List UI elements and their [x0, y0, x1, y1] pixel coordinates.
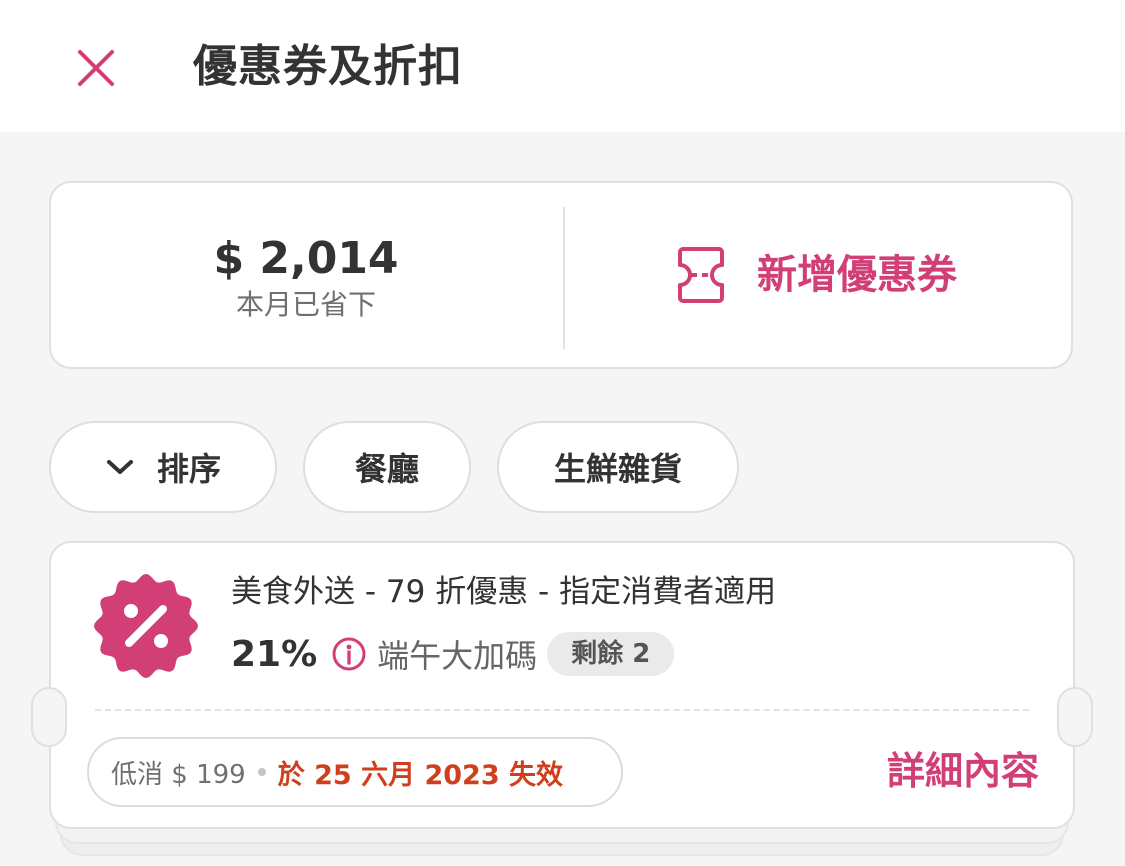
filter-chip-grocery[interactable]: 生鮮雜貨 — [497, 421, 739, 513]
ticket-dashed-divider — [95, 709, 1029, 711]
savings-summary-card: $ 2,014 本月已省下 新增優惠券 — [49, 181, 1073, 369]
savings-block: $ 2,014 本月已省下 — [51, 183, 563, 367]
separator-dot — [257, 768, 266, 776]
ticket-icon — [677, 245, 725, 305]
remaining-badge: 剩餘 2 — [547, 632, 675, 676]
sort-chip-label: 排序 — [156, 450, 221, 488]
page-title: 優惠券及折扣 — [193, 41, 463, 92]
voucher-title: 美食外送 - 79 折優惠 - 指定消費者適用 — [231, 574, 777, 610]
details-link[interactable]: 詳細內容 — [887, 743, 1039, 799]
voucher-card[interactable]: 美食外送 - 79 折優惠 - 指定消費者適用 21% 端午大加碼 剩餘 2 低… — [31, 541, 1093, 829]
close-button[interactable] — [70, 42, 122, 94]
sort-chip[interactable]: 排序 — [49, 421, 277, 513]
voucher-discount-row: 21% 端午大加碼 剩餘 2 — [231, 629, 675, 679]
ticket-notch-left — [31, 687, 67, 747]
expiry-date: 於 25 六月 2023 失效 — [277, 759, 564, 791]
voucher-conditions: 低消 $ 199 於 25 六月 2023 失效 — [87, 737, 623, 807]
chevron-down-icon — [105, 457, 135, 477]
filter-chip-restaurant[interactable]: 餐廳 — [303, 421, 471, 513]
savings-amount: $ 2,014 — [213, 233, 399, 284]
info-icon[interactable] — [331, 636, 367, 672]
summary-divider — [563, 207, 565, 349]
add-voucher-button[interactable]: 新增優惠券 — [677, 243, 957, 307]
close-icon — [78, 50, 114, 86]
add-voucher-label: 新增優惠券 — [757, 252, 957, 298]
savings-label: 本月已省下 — [235, 288, 376, 321]
header-bar: 優惠券及折扣 — [0, 0, 1125, 132]
voucher-campaign: 端午大加碼 — [377, 637, 538, 675]
ticket-notch-right — [1057, 687, 1093, 747]
voucher-discount-value: 21% — [231, 633, 318, 675]
min-spend: 低消 $ 199 — [111, 759, 246, 790]
percent-badge-icon — [94, 574, 198, 678]
